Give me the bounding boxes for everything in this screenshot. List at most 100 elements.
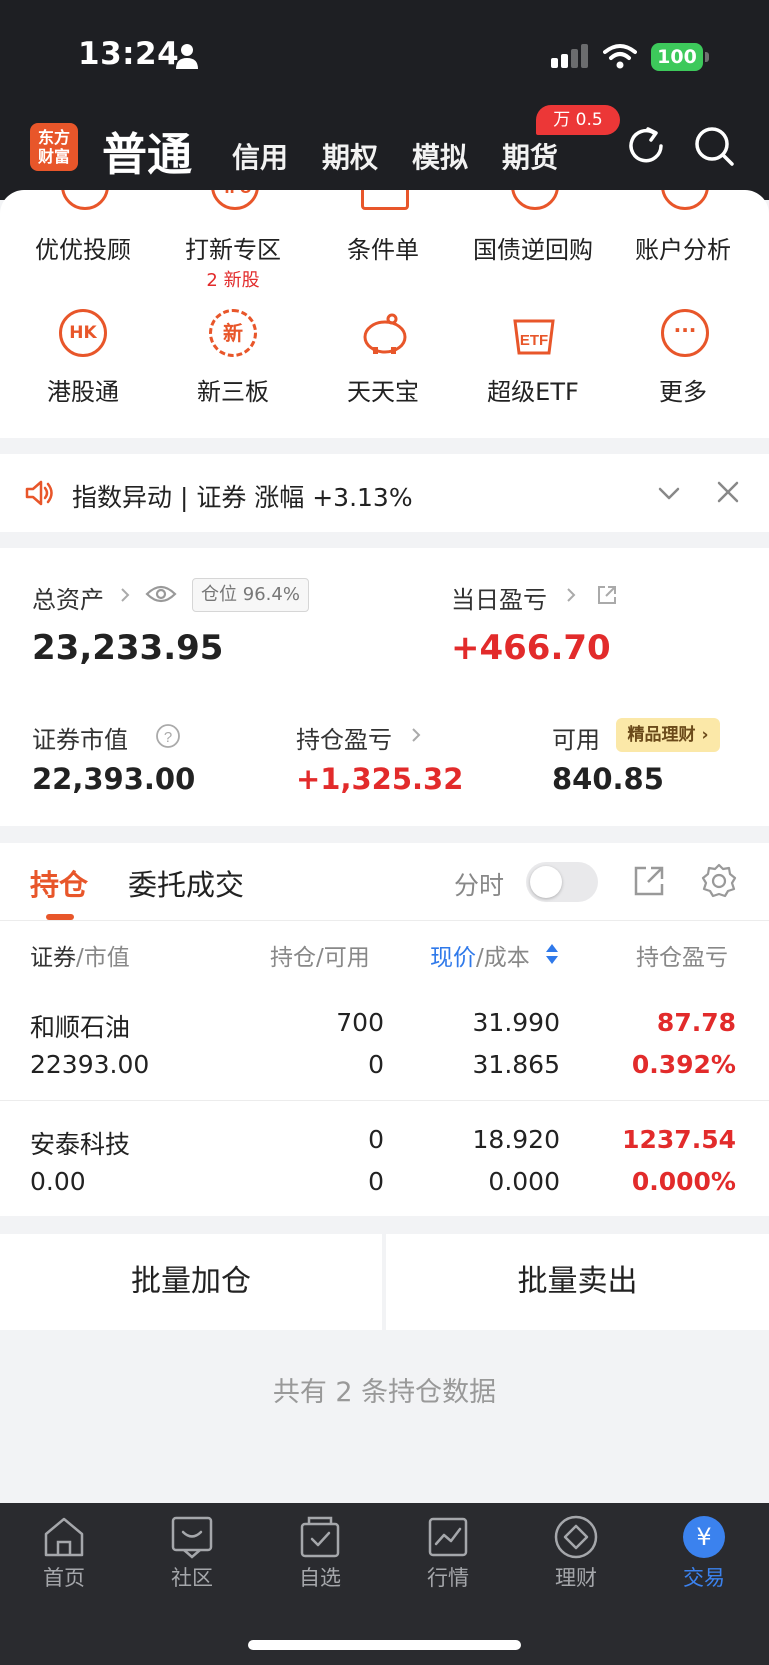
tab-credit[interactable]: 信用: [232, 136, 288, 176]
tab-futures[interactable]: 期货: [502, 136, 558, 176]
stock-pl: 1237.54: [622, 1125, 736, 1154]
ipo-icon: IPO: [211, 190, 259, 210]
batch-sell-button[interactable]: 批量卖出: [386, 1234, 769, 1330]
tab-options[interactable]: 期权: [322, 136, 378, 176]
stock-market-value: 22393.00: [30, 1050, 150, 1079]
chevron-right-icon: [412, 728, 421, 742]
intraday-label: 分时: [454, 871, 505, 900]
share-icon[interactable]: [632, 864, 666, 898]
market-value-label: 证券市值: [32, 726, 128, 754]
stock-pl-pct: 0.000%: [631, 1167, 736, 1196]
brand-logo: 东方 财富: [30, 123, 78, 171]
signal-icon: [551, 44, 588, 68]
stock-cost: 0.000: [488, 1167, 560, 1196]
quick-item-neeq[interactable]: 新三板: [158, 372, 308, 407]
sort-icon[interactable]: [544, 942, 560, 966]
holding-pl-value: +1,325.32: [296, 762, 464, 796]
eye-icon[interactable]: [145, 582, 177, 606]
account-analysis-icon: [661, 190, 709, 210]
fee-badge: 万 0.5: [536, 105, 620, 135]
close-icon[interactable]: [716, 480, 740, 504]
stock-cost: 31.865: [472, 1050, 560, 1079]
position-ratio-chip: 仓位 96.4%: [192, 578, 309, 612]
ipo-count: 2 新股: [206, 270, 260, 291]
total-assets-label[interactable]: 总资产: [32, 580, 104, 615]
hk-connect-icon[interactable]: HK: [59, 309, 107, 357]
watchlist-icon[interactable]: [297, 1514, 343, 1560]
daily-pl-label[interactable]: 当日盈亏: [451, 580, 547, 615]
battery-tip: [705, 52, 709, 62]
batch-add-button[interactable]: 批量加仓: [0, 1234, 382, 1330]
stock-name: 和顺石油: [30, 1013, 131, 1042]
quick-item-hk-connect[interactable]: 港股通: [8, 372, 158, 407]
quick-item-reverse-repo[interactable]: 国债逆回购: [458, 230, 608, 265]
nav-trade-active[interactable]: 交易: [640, 1562, 768, 1592]
svg-text:?: ?: [164, 729, 172, 746]
holdings-summary: 共有 2 条持仓数据: [272, 1377, 497, 1408]
status-time: 13:24: [78, 36, 180, 72]
yen-icon[interactable]: ¥: [681, 1514, 727, 1560]
stock-name: 安泰科技: [30, 1130, 131, 1159]
nav-community[interactable]: 社区: [128, 1562, 256, 1592]
stock-avail: 0: [368, 1050, 384, 1079]
quick-item-super-etf[interactable]: 超级ETF: [458, 372, 608, 407]
col-position: 持仓/可用: [270, 945, 370, 971]
gear-icon[interactable]: [700, 862, 738, 900]
tab-simulation[interactable]: 模拟: [412, 136, 468, 176]
nav-market[interactable]: 行情: [384, 1562, 512, 1592]
stock-pl-pct: 0.392%: [631, 1050, 736, 1079]
market-value: 22,393.00: [32, 762, 196, 796]
holding-pl-label[interactable]: 持仓盈亏: [296, 720, 392, 755]
home-icon[interactable]: [41, 1514, 87, 1560]
reverse-repo-icon: [511, 190, 559, 210]
nav-wealth[interactable]: 理财: [512, 1562, 640, 1592]
quick-item-tiantianbao[interactable]: 天天宝: [308, 372, 458, 407]
external-link-icon[interactable]: [596, 584, 618, 606]
home-indicator: [248, 1640, 521, 1650]
nav-watchlist[interactable]: 自选: [256, 1562, 384, 1592]
more-icon[interactable]: ···: [661, 309, 709, 357]
available-value: 840.85: [552, 762, 664, 796]
diamond-icon[interactable]: [553, 1514, 599, 1560]
search-icon[interactable]: [692, 124, 736, 168]
stock-market-value: 0.00: [30, 1167, 86, 1196]
quick-item-more[interactable]: 更多: [608, 372, 758, 407]
neeq-icon[interactable]: 新: [209, 309, 257, 357]
chart-icon[interactable]: [425, 1514, 471, 1560]
quick-item-ipo[interactable]: 打新专区: [158, 230, 308, 265]
total-assets-value: 23,233.95: [32, 628, 224, 668]
quick-item-advisor[interactable]: 优优投顾: [8, 230, 158, 265]
svg-text:¥: ¥: [696, 1523, 711, 1551]
quick-item-conditional-order[interactable]: 条件单: [308, 230, 458, 265]
premium-finance-chip[interactable]: 精品理财 ›: [616, 718, 720, 752]
wifi-icon: [603, 44, 637, 69]
tab-normal-active[interactable]: 普通: [102, 118, 192, 183]
notice-text[interactable]: 指数异动 | 证券 涨幅 +3.13%: [72, 478, 413, 514]
chat-icon[interactable]: [169, 1514, 215, 1560]
stock-price: 18.920: [472, 1125, 560, 1154]
advisor-icon: [61, 190, 109, 210]
tab-holdings[interactable]: 持仓: [30, 862, 88, 904]
status-bar: 13:24 100: [0, 0, 769, 110]
piggy-bank-icon[interactable]: [359, 309, 411, 357]
svg-text:ETF: ETF: [520, 332, 548, 349]
conditional-order-icon: [361, 190, 409, 210]
etf-icon[interactable]: ETF: [509, 309, 559, 357]
chevron-down-icon[interactable]: [656, 480, 682, 506]
speaker-icon: [25, 480, 53, 506]
stock-price: 31.990: [472, 1008, 560, 1037]
daily-pl-value: +466.70: [451, 628, 611, 668]
tab-orders[interactable]: 委托成交: [128, 862, 244, 904]
person-icon: [176, 44, 198, 69]
chevron-right-icon: [121, 588, 130, 602]
refresh-icon[interactable]: [624, 124, 668, 168]
help-icon[interactable]: ?: [155, 723, 181, 749]
col-pl: 持仓盈亏: [636, 945, 728, 971]
nav-home[interactable]: 首页: [0, 1562, 128, 1592]
chevron-right-icon: [567, 588, 576, 602]
col-price[interactable]: 现价/成本: [430, 938, 530, 972]
toggle-knob: [530, 866, 562, 898]
stock-qty: 0: [368, 1125, 384, 1154]
quick-item-account-analysis[interactable]: 账户分析: [608, 230, 758, 265]
divider: [0, 1100, 769, 1101]
